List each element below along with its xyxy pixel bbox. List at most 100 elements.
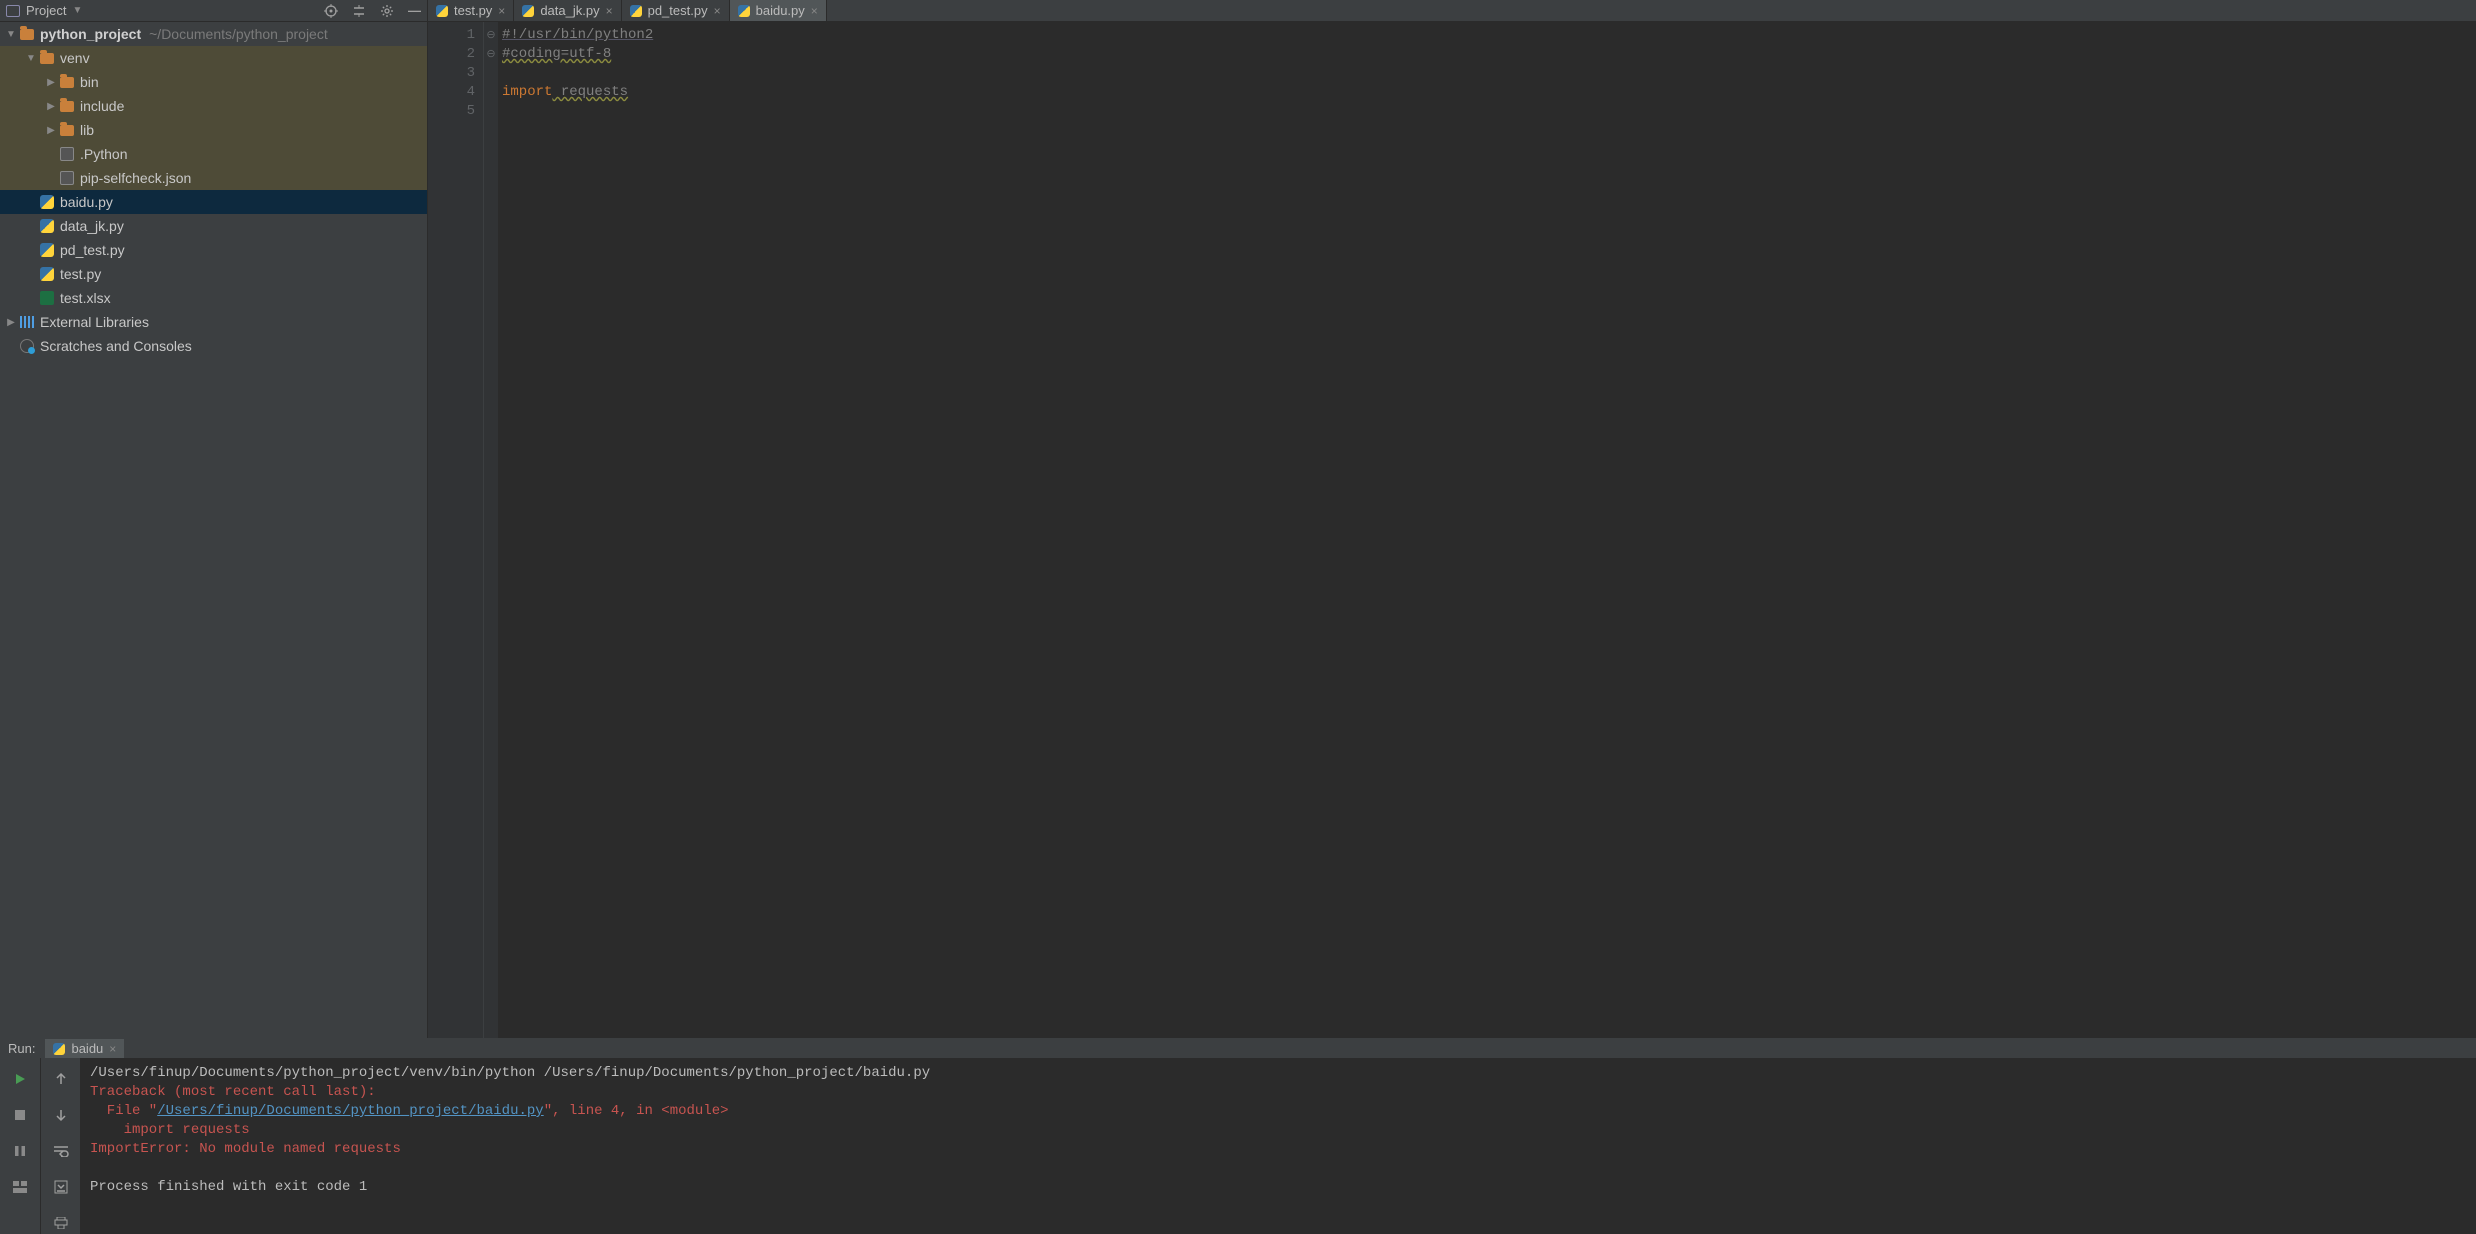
tree-item-data-jk-py[interactable]: data_jk.py bbox=[0, 214, 427, 238]
scratches-icon bbox=[20, 339, 34, 353]
tree-item-dot-python[interactable]: .Python bbox=[0, 142, 427, 166]
close-icon[interactable]: × bbox=[606, 4, 613, 18]
console-cmd: /Users/finup/Documents/python_project/ve… bbox=[90, 1065, 930, 1081]
console-import-line: import requests bbox=[90, 1122, 250, 1138]
collapse-all-icon[interactable] bbox=[352, 4, 366, 18]
line-number[interactable]: 4 bbox=[428, 83, 475, 102]
tree-label: venv bbox=[60, 50, 90, 66]
console-file-link[interactable]: /Users/finup/Documents/python_project/ba… bbox=[157, 1103, 543, 1119]
folder-icon bbox=[40, 53, 54, 64]
json-file-icon bbox=[60, 171, 74, 185]
folder-icon bbox=[20, 29, 34, 40]
tree-item-pip-selfcheck[interactable]: pip-selfcheck.json bbox=[0, 166, 427, 190]
tree-label: External Libraries bbox=[40, 314, 149, 330]
tree-label: include bbox=[80, 98, 124, 114]
console-output[interactable]: /Users/finup/Documents/python_project/ve… bbox=[80, 1058, 2476, 1234]
python-file-icon bbox=[53, 1043, 65, 1055]
file-icon bbox=[60, 147, 74, 161]
fold-icon[interactable]: ⊖ bbox=[484, 26, 498, 45]
close-icon[interactable]: × bbox=[109, 1042, 116, 1056]
project-toolbar: Project ▼ — bbox=[0, 0, 427, 22]
print-button[interactable] bbox=[49, 1212, 73, 1234]
gutter[interactable]: 1 2 3 4 5 bbox=[428, 22, 484, 1038]
line-number[interactable]: 3 bbox=[428, 64, 475, 83]
stop-button[interactable] bbox=[8, 1104, 32, 1126]
layout-button[interactable] bbox=[8, 1176, 32, 1198]
root-label: python_project bbox=[40, 26, 141, 42]
run-actions-right bbox=[40, 1058, 80, 1234]
tree-item-scratches[interactable]: Scratches and Consoles bbox=[0, 334, 427, 358]
root-path: ~/Documents/python_project bbox=[149, 26, 328, 42]
chevron-right-icon[interactable]: ▶ bbox=[44, 101, 58, 112]
tree-label: test.py bbox=[60, 266, 101, 282]
rerun-button[interactable] bbox=[8, 1068, 32, 1090]
chevron-right-icon[interactable]: ▶ bbox=[4, 317, 18, 328]
run-config-tab[interactable]: baidu × bbox=[45, 1039, 124, 1058]
excel-file-icon bbox=[40, 291, 54, 305]
close-icon[interactable]: × bbox=[714, 4, 721, 18]
hide-icon[interactable]: — bbox=[408, 3, 421, 18]
tree-root[interactable]: ▼ python_project ~/Documents/python_proj… bbox=[0, 22, 427, 46]
python-file-icon bbox=[436, 5, 448, 17]
gear-icon[interactable] bbox=[380, 4, 394, 18]
tab-label: test.py bbox=[454, 3, 492, 18]
console-file-suffix: ", line 4, in <module> bbox=[544, 1103, 729, 1119]
tab-pd-test-py[interactable]: pd_test.py × bbox=[622, 0, 730, 21]
pause-button[interactable] bbox=[8, 1140, 32, 1162]
dropdown-arrow-icon[interactable]: ▼ bbox=[72, 5, 82, 16]
line-number[interactable]: 1 bbox=[428, 26, 475, 45]
line-number[interactable]: 5 bbox=[428, 102, 475, 121]
run-actions-left bbox=[0, 1058, 40, 1234]
down-stack-button[interactable] bbox=[49, 1104, 73, 1126]
chevron-right-icon[interactable]: ▶ bbox=[44, 77, 58, 88]
tab-test-py[interactable]: test.py × bbox=[428, 0, 514, 21]
locate-icon[interactable] bbox=[324, 4, 338, 18]
python-file-icon bbox=[738, 5, 750, 17]
tab-label: baidu.py bbox=[756, 3, 805, 18]
project-tree[interactable]: ▼ python_project ~/Documents/python_proj… bbox=[0, 22, 427, 1038]
console-traceback-header: Traceback (most recent call last): bbox=[90, 1084, 376, 1100]
run-header: Run: baidu × bbox=[0, 1039, 2476, 1058]
tab-data-jk-py[interactable]: data_jk.py × bbox=[514, 0, 621, 21]
run-tool-window: Run: baidu × bbox=[0, 1038, 2476, 1218]
tree-label: bin bbox=[80, 74, 99, 90]
tree-item-test-py[interactable]: test.py bbox=[0, 262, 427, 286]
chevron-down-icon[interactable]: ▼ bbox=[4, 29, 18, 40]
close-icon[interactable]: × bbox=[811, 4, 818, 18]
code-keyword: import bbox=[502, 84, 552, 100]
chevron-right-icon[interactable]: ▶ bbox=[44, 125, 58, 136]
tab-label: pd_test.py bbox=[648, 3, 708, 18]
editor-body[interactable]: 1 2 3 4 5 ⊖ ⊖ #!/usr/bin/python2 #coding… bbox=[428, 22, 2476, 1038]
libraries-icon bbox=[20, 316, 34, 328]
chevron-down-icon[interactable]: ▼ bbox=[24, 53, 38, 64]
tree-item-bin[interactable]: ▶ bin bbox=[0, 70, 427, 94]
tree-item-test-xlsx[interactable]: test.xlsx bbox=[0, 286, 427, 310]
tree-label: test.xlsx bbox=[60, 290, 111, 306]
python-file-icon bbox=[40, 195, 54, 209]
project-title[interactable]: Project bbox=[26, 3, 66, 18]
tree-label: pip-selfcheck.json bbox=[80, 170, 191, 186]
code-module: requests bbox=[552, 84, 628, 100]
close-icon[interactable]: × bbox=[498, 4, 505, 18]
tree-item-pd-test-py[interactable]: pd_test.py bbox=[0, 238, 427, 262]
folder-icon bbox=[60, 125, 74, 136]
tree-label: pd_test.py bbox=[60, 242, 125, 258]
console-error: ImportError: No module named requests bbox=[90, 1141, 401, 1157]
soft-wrap-button[interactable] bbox=[49, 1140, 73, 1162]
tab-baidu-py[interactable]: baidu.py × bbox=[730, 0, 827, 21]
fold-gutter[interactable]: ⊖ ⊖ bbox=[484, 22, 498, 1038]
tree-item-venv[interactable]: ▼ venv bbox=[0, 46, 427, 70]
project-icon bbox=[6, 5, 20, 17]
console-file-prefix: File " bbox=[90, 1103, 157, 1119]
scroll-to-end-button[interactable] bbox=[49, 1176, 73, 1198]
code-editor[interactable]: #!/usr/bin/python2 #coding=utf-8 import … bbox=[498, 22, 2476, 1038]
line-number[interactable]: 2 bbox=[428, 45, 475, 64]
up-stack-button[interactable] bbox=[49, 1068, 73, 1090]
fold-icon[interactable]: ⊖ bbox=[484, 45, 498, 64]
tab-label: data_jk.py bbox=[540, 3, 599, 18]
tree-item-lib[interactable]: ▶ lib bbox=[0, 118, 427, 142]
tree-item-baidu-py[interactable]: baidu.py bbox=[0, 190, 427, 214]
tree-label: lib bbox=[80, 122, 94, 138]
tree-item-include[interactable]: ▶ include bbox=[0, 94, 427, 118]
tree-item-external-libraries[interactable]: ▶ External Libraries bbox=[0, 310, 427, 334]
